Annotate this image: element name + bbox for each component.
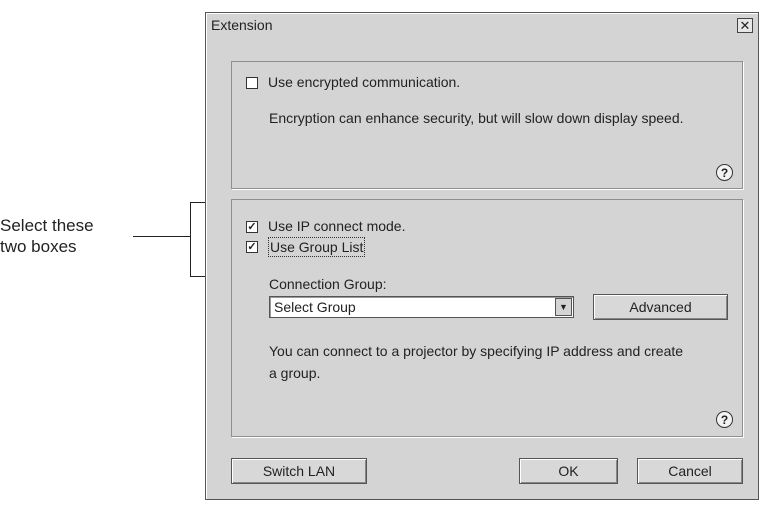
- connection-group-value: Select Group: [274, 299, 356, 315]
- cancel-button[interactable]: Cancel: [637, 458, 743, 484]
- close-icon: ✕: [739, 18, 751, 33]
- ip-connect-checkbox[interactable]: ✓: [246, 221, 258, 233]
- switch-lan-button[interactable]: Switch LAN: [231, 458, 367, 484]
- help-icon: ?: [720, 413, 729, 427]
- ok-button[interactable]: OK: [519, 458, 618, 484]
- connection-group-select[interactable]: Select Group ▼: [269, 296, 574, 318]
- callout-line1: Select these: [0, 216, 94, 235]
- dialog-title: Extension: [211, 17, 273, 33]
- callout-bracket-vertical: [190, 202, 191, 276]
- dropdown-arrow-icon[interactable]: ▼: [555, 298, 572, 316]
- group-list-checkbox[interactable]: ✓: [246, 241, 258, 253]
- dialog-titlebar[interactable]: Extension ✕: [208, 15, 756, 35]
- encryption-help-icon[interactable]: ?: [716, 164, 733, 181]
- extension-dialog: Extension ✕ Use encrypted communication.…: [205, 12, 759, 500]
- group-list-label[interactable]: Use Group List: [268, 237, 366, 257]
- encryption-group: Use encrypted communication. Encryption …: [231, 61, 743, 189]
- encrypted-communication-label[interactable]: Use encrypted communication.: [268, 73, 460, 91]
- help-icon: ?: [720, 166, 729, 180]
- encryption-description: Encryption can enhance security, but wil…: [269, 110, 684, 126]
- ip-connect-label[interactable]: Use IP connect mode.: [268, 217, 405, 235]
- advanced-button[interactable]: Advanced: [593, 294, 728, 320]
- close-button[interactable]: ✕: [737, 18, 753, 33]
- connection-group-label: Connection Group:: [269, 276, 387, 292]
- ip-help-icon[interactable]: ?: [716, 411, 733, 428]
- callout-pointer-line: [133, 236, 190, 237]
- ip-connect-group: ✓ Use IP connect mode. ✓ Use Group List …: [231, 199, 743, 437]
- check-icon: ✓: [247, 221, 257, 233]
- callout-line2: two boxes: [0, 237, 77, 256]
- check-icon: ✓: [247, 241, 257, 253]
- encrypted-communication-checkbox[interactable]: [246, 77, 258, 89]
- callout-annotation: Select these two boxes: [0, 215, 140, 257]
- ip-description: You can connect to a projector by specif…: [269, 343, 684, 381]
